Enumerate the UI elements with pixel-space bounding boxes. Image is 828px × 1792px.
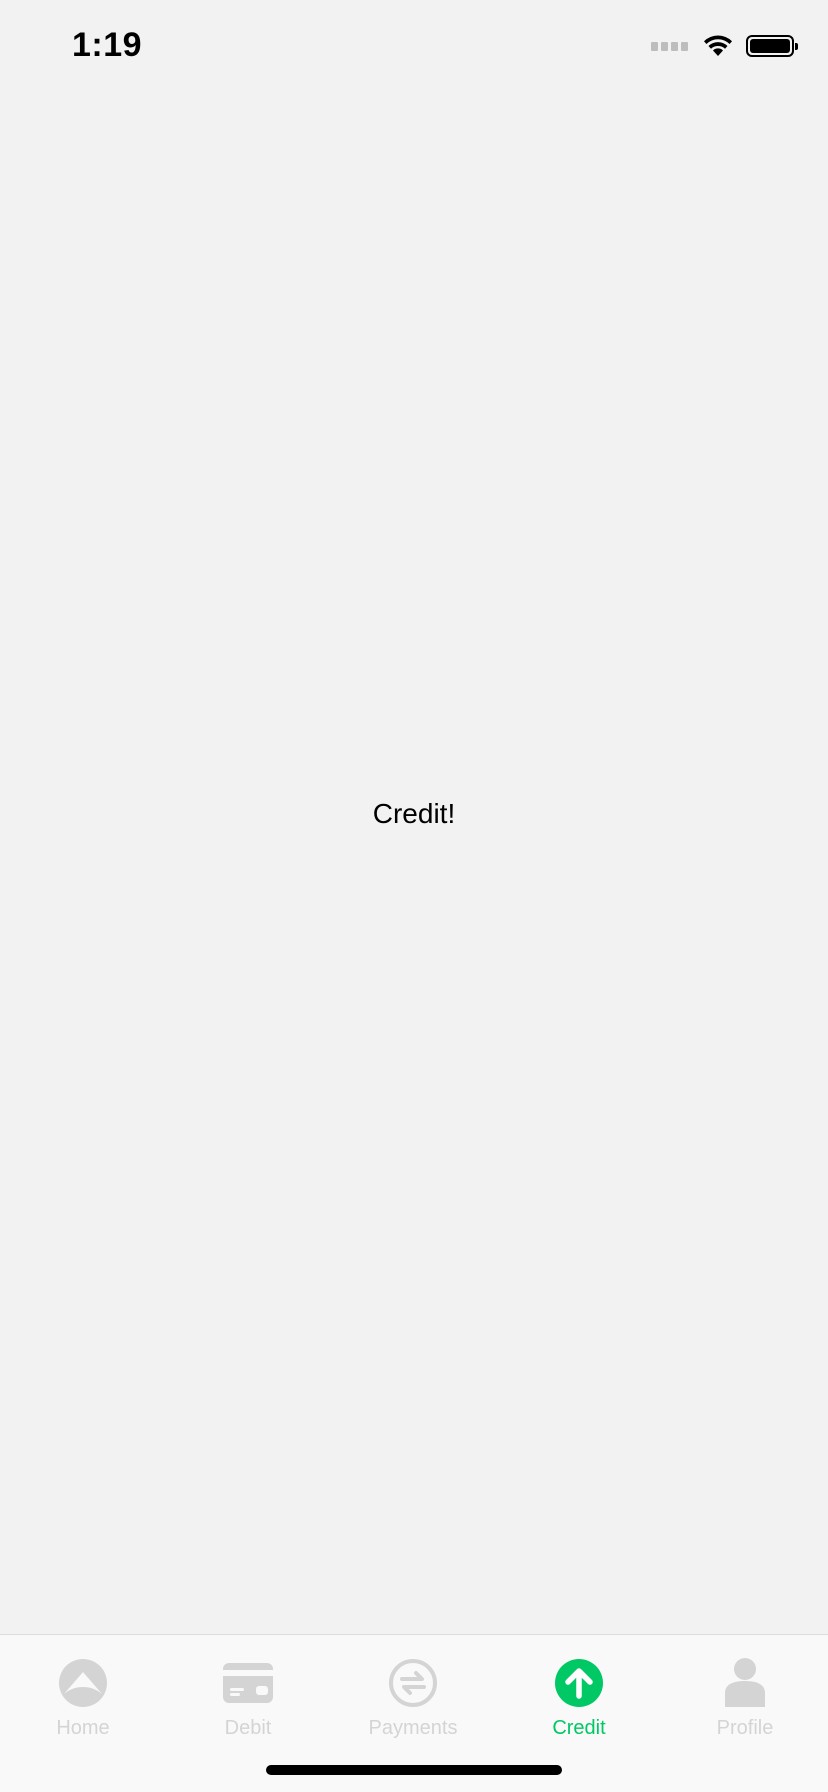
tab-label-credit: Credit	[552, 1717, 606, 1739]
tab-label-debit: Debit	[224, 1717, 272, 1739]
tab-label-payments: Payments	[368, 1717, 458, 1739]
status-time: 1:19	[72, 26, 143, 64]
status-icons	[651, 34, 798, 58]
tab-profile[interactable]: Profile	[662, 1645, 828, 1745]
tab-credit[interactable]: Credit	[496, 1645, 662, 1745]
battery-icon	[746, 35, 798, 57]
home-indicator[interactable]	[266, 1765, 562, 1775]
tab-payments[interactable]: Payments	[330, 1645, 496, 1745]
credit-arrow-up-icon	[551, 1655, 607, 1711]
tab-bar: Home Debit Payments Credit Profile	[0, 1634, 828, 1792]
screen-label: Credit!	[372, 798, 456, 829]
home-icon	[55, 1655, 111, 1711]
wifi-icon	[704, 35, 732, 56]
credit-screen: Credit!	[0, 100, 828, 1634]
cellular-signal-icon	[651, 41, 688, 51]
tab-label-home: Home	[56, 1717, 110, 1739]
profile-icon	[717, 1655, 773, 1711]
payments-exchange-icon	[385, 1655, 441, 1711]
status-bar: 1:19	[0, 0, 828, 100]
tab-home[interactable]: Home	[0, 1645, 166, 1745]
tab-label-profile: Profile	[716, 1717, 774, 1739]
debit-card-icon	[220, 1655, 276, 1711]
tab-debit[interactable]: Debit	[165, 1645, 331, 1745]
